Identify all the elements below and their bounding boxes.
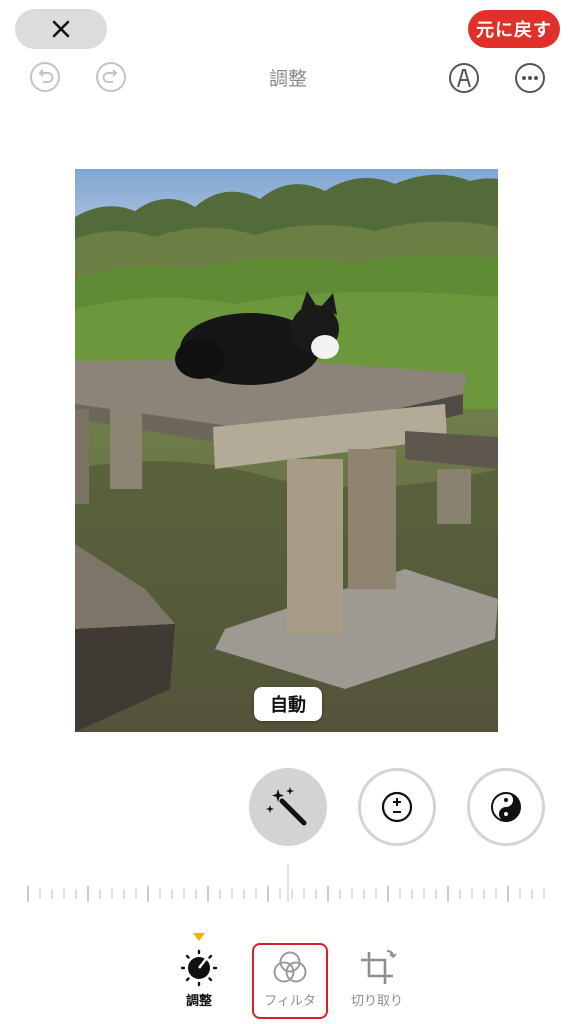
photo-editor-screen: 元に戻す 調整 自動 調整 フィルタ 切り取り [0,0,576,1024]
filters-icon [273,951,307,983]
magic-wand-icon [266,787,307,826]
tab-adjust-label: 調整 [185,994,212,1009]
yin-yang-icon [491,792,521,822]
exposure-button[interactable] [358,768,436,846]
brilliance-button[interactable] [467,768,545,846]
auto-badge: 自動 [254,687,322,721]
auto-enhance-button[interactable] [249,768,327,846]
tab-filters-label: フィルタ [264,994,316,1009]
page-title: 調整 [268,68,307,90]
close-icon [52,20,70,38]
slider-ticks [27,864,557,902]
cat-on-picnic-table-image [75,169,498,732]
tab-crop[interactable]: 切り取り [337,948,417,1016]
adjust-dial-icon [180,949,218,987]
more-options-button[interactable] [514,62,546,94]
markup-pen-icon [449,63,479,93]
photo-preview[interactable] [75,169,498,732]
tab-adjust[interactable]: 調整 [159,948,239,1016]
revert-button[interactable]: 元に戻す [468,10,560,48]
tab-filters[interactable]: フィルタ [250,948,330,1016]
markup-button[interactable] [448,62,480,94]
selected-tab-indicator [193,933,205,941]
close-button[interactable] [15,9,107,49]
adjustment-slider[interactable] [24,862,557,910]
more-icon [515,63,545,93]
tab-crop-label: 切り取り [350,994,403,1009]
plus-minus-icon [381,791,413,823]
crop-icon [361,950,397,984]
